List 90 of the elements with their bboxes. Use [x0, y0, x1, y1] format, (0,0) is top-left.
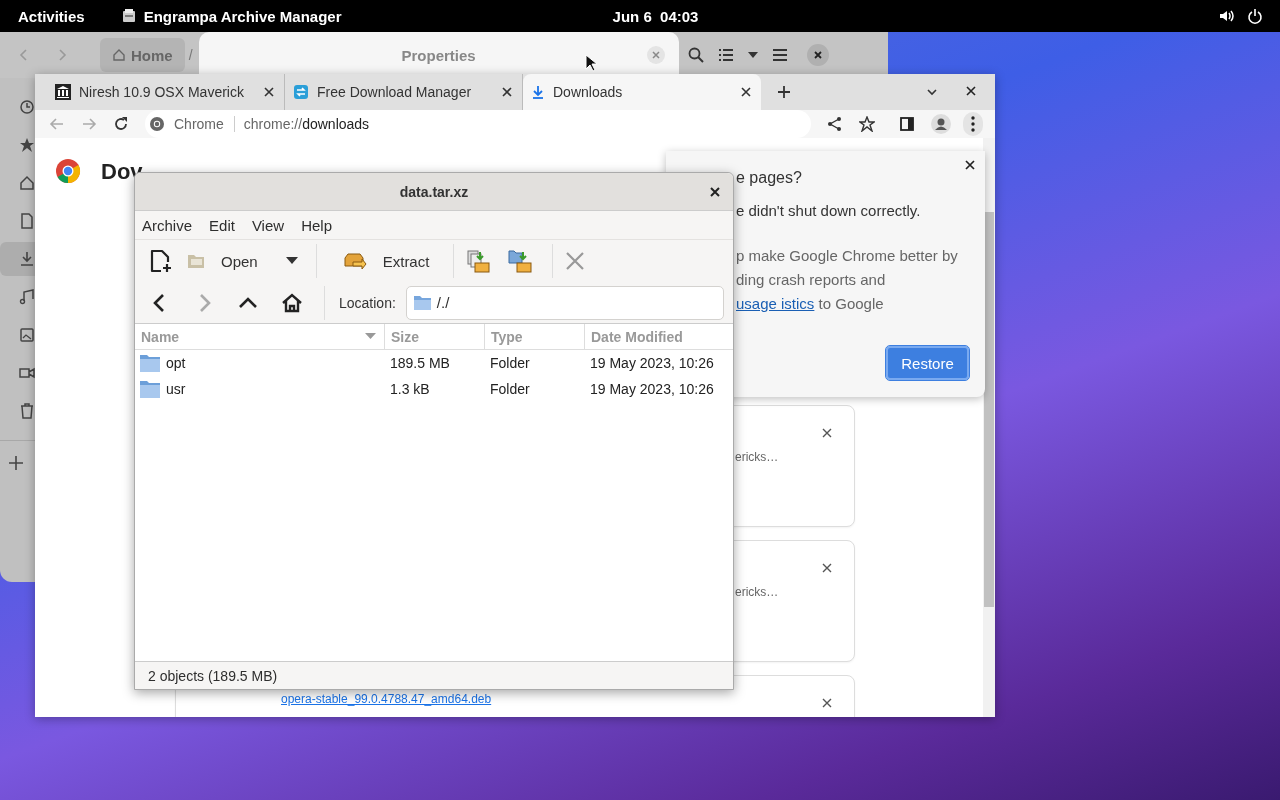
window-title: data.tar.xz — [399, 183, 469, 200]
activities-button[interactable]: Activities — [18, 7, 85, 25]
box-arrow-icon — [342, 251, 367, 271]
downloads-icon — [19, 251, 35, 267]
close-icon[interactable] — [966, 86, 976, 96]
new-tab-icon[interactable] — [777, 85, 791, 99]
close-icon[interactable] — [710, 187, 720, 197]
close-icon[interactable] — [741, 87, 751, 97]
file-name[interactable]: opt — [166, 355, 186, 371]
browser-tab[interactable]: Downloads — [523, 74, 761, 110]
menu-item[interactable]: View — [251, 216, 285, 234]
plus-icon[interactable] — [8, 455, 24, 471]
chrome-logo-icon — [149, 116, 165, 132]
side-panel-icon[interactable] — [899, 116, 915, 132]
pictures-icon — [19, 327, 35, 343]
url-text: chrome://downloads — [243, 116, 370, 132]
path-separator: / — [188, 47, 193, 63]
address-bar[interactable]: Chrome chrome://downloads — [145, 110, 811, 138]
music-icon — [19, 289, 35, 305]
site-chip: Chrome — [174, 116, 235, 132]
close-icon[interactable] — [822, 698, 832, 708]
file-name: ericks… — [735, 585, 779, 599]
recent-icon — [19, 99, 35, 115]
videos-icon — [19, 365, 35, 381]
popup-message: e didn't shut down correctly. — [736, 202, 921, 219]
mouse-pointer-icon — [585, 54, 597, 72]
close-icon — [650, 50, 661, 60]
documents-icon — [19, 213, 35, 229]
profile-icon[interactable] — [931, 114, 951, 134]
folder-icon — [187, 253, 205, 269]
trash-icon — [19, 403, 35, 419]
file-name: ericks… — [735, 450, 779, 464]
sort-caret-icon — [365, 333, 376, 340]
table-cell-text: 1.3 kB — [389, 381, 431, 397]
consent-text: p make Google Chrome better by ding crash reports and usage istics to Google — [736, 246, 958, 314]
menu-item[interactable]: Archive — [142, 216, 193, 234]
menu-item[interactable]: Edit — [209, 216, 235, 234]
close-icon — [812, 50, 823, 60]
table-cell-text: Folder — [489, 381, 531, 397]
chevron-down-icon[interactable] — [926, 86, 938, 98]
dropdown-caret-icon[interactable] — [285, 257, 298, 265]
close-icon[interactable] — [502, 87, 512, 97]
close-icon[interactable] — [822, 563, 832, 573]
restore-button[interactable]: Restore — [886, 346, 969, 380]
power-icon[interactable] — [1247, 8, 1263, 24]
close-icon[interactable] — [264, 87, 274, 97]
table-cell-text: 19 May 2023, 10:26 — [589, 381, 715, 397]
scrollbar[interactable] — [983, 138, 995, 717]
status-text: 2 objects (189.5 MB) — [148, 667, 278, 684]
app-menu[interactable]: Engrampa Archive Manager — [143, 7, 342, 25]
open-button[interactable]: Open — [181, 248, 264, 274]
table-cell-text: 189.5 MB — [389, 355, 451, 371]
file-link[interactable]: opera-stable_99.0.4788.47_amd64.deb — [281, 692, 492, 706]
museum-icon — [55, 84, 71, 100]
table-cell-text: Folder — [489, 355, 531, 371]
dialog-title: Properties — [401, 46, 476, 64]
chrome-logo-icon — [55, 158, 81, 184]
more-menu-icon[interactable] — [963, 112, 983, 136]
location-label: Location: — [339, 294, 396, 311]
list-view-icon[interactable] — [716, 46, 735, 64]
home-icon — [112, 48, 126, 62]
folder-icon — [140, 354, 160, 372]
close-icon[interactable] — [965, 160, 975, 170]
close-icon[interactable] — [822, 428, 832, 438]
usage-statistics-link[interactable]: usage istics — [736, 295, 815, 312]
location-field[interactable]: /./ — [405, 285, 724, 320]
file-name[interactable]: usr — [166, 381, 186, 397]
menu-icon[interactable] — [770, 46, 789, 64]
extract-button[interactable]: Extract — [336, 247, 436, 275]
search-icon[interactable] — [686, 46, 705, 64]
starred-icon — [19, 137, 35, 153]
archive-app-icon — [120, 8, 137, 24]
sync-arrows-icon — [293, 84, 309, 100]
close-button[interactable] — [806, 44, 829, 66]
add-files-icon[interactable] — [466, 249, 493, 273]
home-icon — [19, 175, 35, 191]
popup-title: e pages? — [736, 169, 802, 187]
folder-icon — [140, 380, 160, 398]
add-folder-icon[interactable] — [508, 249, 535, 273]
download-icon — [531, 85, 545, 99]
star-icon[interactable] — [859, 116, 875, 132]
menu-item[interactable]: Help — [301, 216, 332, 234]
volume-icon[interactable] — [1219, 8, 1235, 24]
clock[interactable]: Jun 6 04:03 — [612, 7, 699, 25]
table-cell-text: 19 May 2023, 10:26 — [589, 355, 715, 371]
folder-icon — [413, 295, 431, 310]
downloads-sidebar-item[interactable] — [0, 242, 36, 276]
reload-icon[interactable] — [113, 116, 129, 132]
share-icon[interactable] — [827, 116, 843, 132]
delete-icon[interactable] — [565, 251, 586, 271]
